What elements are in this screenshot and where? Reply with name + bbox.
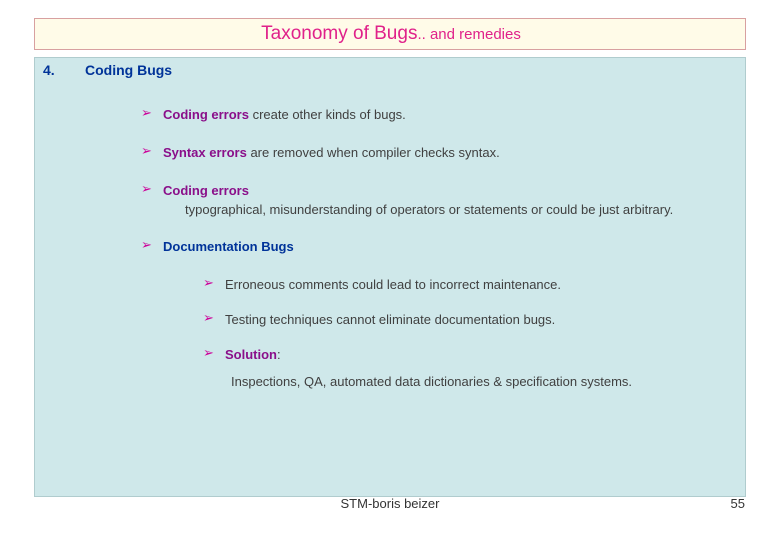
arrow-bullet-icon: ➢ [203,276,214,291]
list-item-text: Documentation Bugs [163,239,294,254]
list-item-highlight: Coding errors [163,183,249,198]
list-item: ➢ Coding errors create other kinds of bu… [135,106,735,124]
list-item: ➢ Testing techniques cannot eliminate do… [135,311,735,329]
bullet-list: ➢ Coding errors create other kinds of bu… [135,106,735,381]
title-sub-text: .. and remedies [417,26,521,43]
list-item-rest: are removed when compiler checks syntax. [246,145,500,160]
page-title: Taxonomy of Bugs.. and remedies [35,19,747,50]
arrow-bullet-icon: ➢ [203,346,214,361]
list-item-text: Erroneous comments could lead to incorre… [225,277,562,292]
list-item-text: Syntax errors are removed when compiler … [163,145,500,160]
arrow-bullet-icon: ➢ [141,238,152,253]
content-panel: 4. Coding Bugs ➢ Coding errors create ot… [34,57,746,497]
list-item-subline: typographical, misunderstanding of opera… [185,202,674,217]
title-main-text: Taxonomy of Bugs [261,23,418,44]
list-item-text: Testing techniques cannot eliminate docu… [225,312,556,327]
section-heading: Coding Bugs [85,62,173,78]
section-number: 4. [43,62,55,78]
list-item: ➢ Solution: [135,346,735,364]
footer-source: STM-boris beizer [340,496,440,511]
list-item-text: Coding errors create other kinds of bugs… [163,107,406,122]
list-item: ➢ Coding errors typographical, misunders… [135,182,735,218]
list-item-rest: : [277,347,281,362]
list-item-highlight: Coding errors [163,107,249,122]
list-item: ➢ Documentation Bugs [135,238,735,256]
list-item: ➢ Erroneous comments could lead to incor… [135,276,735,294]
arrow-bullet-icon: ➢ [203,311,214,326]
list-item-highlight: Documentation Bugs [163,239,294,254]
list-item-highlight: Solution [225,347,277,362]
closing-line: Inspections, QA, automated data dictiona… [231,374,633,389]
list-item-text: Solution: [225,347,281,362]
arrow-bullet-icon: ➢ [141,182,152,197]
list-item-rest: create other kinds of bugs. [248,107,406,122]
arrow-bullet-icon: ➢ [141,106,152,121]
footer-page-number: 55 [730,496,745,511]
slide: Taxonomy of Bugs.. and remedies 4. Codin… [0,0,780,540]
list-item-highlight: Syntax errors [163,145,247,160]
list-item: ➢ Syntax errors are removed when compile… [135,144,735,162]
arrow-bullet-icon: ➢ [141,144,152,159]
title-bar: Taxonomy of Bugs.. and remedies [34,18,746,50]
list-item-text: Coding errors [163,183,249,198]
